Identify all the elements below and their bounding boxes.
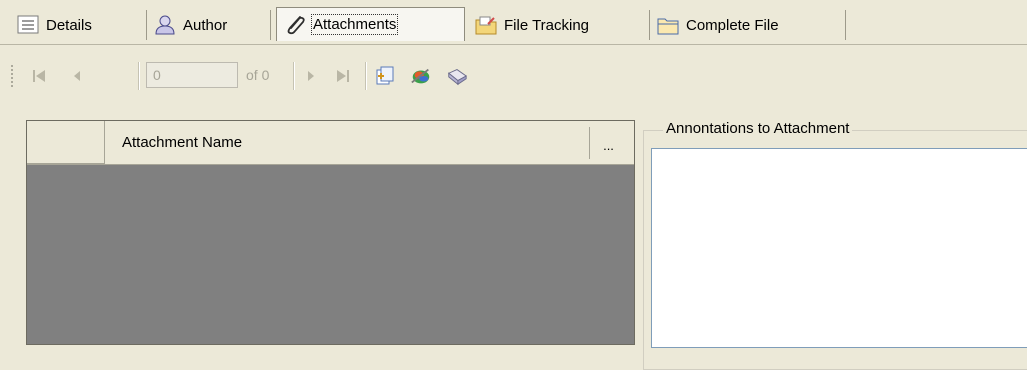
tab-strip: Details Author Attachments File Tracking: [0, 0, 1027, 45]
move-previous-button[interactable]: [66, 64, 88, 88]
annotations-group-title: Annontations to Attachment: [663, 120, 853, 137]
move-last-icon: [337, 70, 349, 82]
grid-row-selector-header[interactable]: [27, 121, 105, 164]
toolbar-grip[interactable]: [10, 64, 14, 88]
toolbar-separator: [365, 62, 367, 90]
move-next-button[interactable]: [300, 64, 322, 88]
grid-header-row: Attachment Name ...: [27, 121, 634, 165]
record-navigator-toolbar: of 0: [0, 46, 1027, 110]
open-attachment-icon: [411, 68, 430, 84]
tab-complete-file-label: Complete File: [686, 16, 779, 34]
tab-author-label: Author: [183, 16, 228, 34]
column-header-attachment-name[interactable]: Attachment Name: [122, 134, 242, 151]
folder-tracking-icon: [474, 14, 498, 36]
eraser-icon: [447, 69, 468, 86]
paperclip-icon: [283, 14, 307, 36]
tab-attachments[interactable]: Attachments: [276, 7, 465, 41]
folder-icon: [656, 14, 680, 36]
tab-details[interactable]: Details: [10, 10, 147, 40]
move-next-icon: [308, 71, 314, 81]
add-new-record-icon: [376, 66, 394, 85]
add-new-button[interactable]: [374, 64, 396, 88]
tab-author[interactable]: Author: [147, 10, 271, 40]
move-first-icon: [33, 70, 45, 82]
tab-complete-file[interactable]: Complete File: [650, 10, 846, 40]
person-icon: [153, 14, 177, 36]
toolbar-separator: [293, 62, 295, 90]
attachments-grid[interactable]: Attachment Name ...: [26, 120, 635, 345]
list-icon: [16, 14, 40, 36]
tab-details-label: Details: [46, 16, 92, 34]
move-first-button[interactable]: [28, 64, 50, 88]
record-count-label: of 0: [246, 67, 270, 83]
toolbar-separator: [138, 62, 140, 90]
annotations-textarea[interactable]: [651, 148, 1027, 348]
move-last-button[interactable]: [332, 64, 354, 88]
open-attachment-button[interactable]: [410, 64, 432, 88]
column-chooser-button[interactable]: ...: [589, 127, 627, 159]
tab-file-tracking[interactable]: File Tracking: [468, 10, 650, 40]
record-position-input[interactable]: [146, 62, 238, 88]
tab-attachments-label: Attachments: [310, 14, 399, 35]
tab-file-tracking-label: File Tracking: [504, 16, 590, 34]
remove-attachment-button[interactable]: [446, 64, 468, 88]
move-previous-icon: [74, 71, 80, 81]
